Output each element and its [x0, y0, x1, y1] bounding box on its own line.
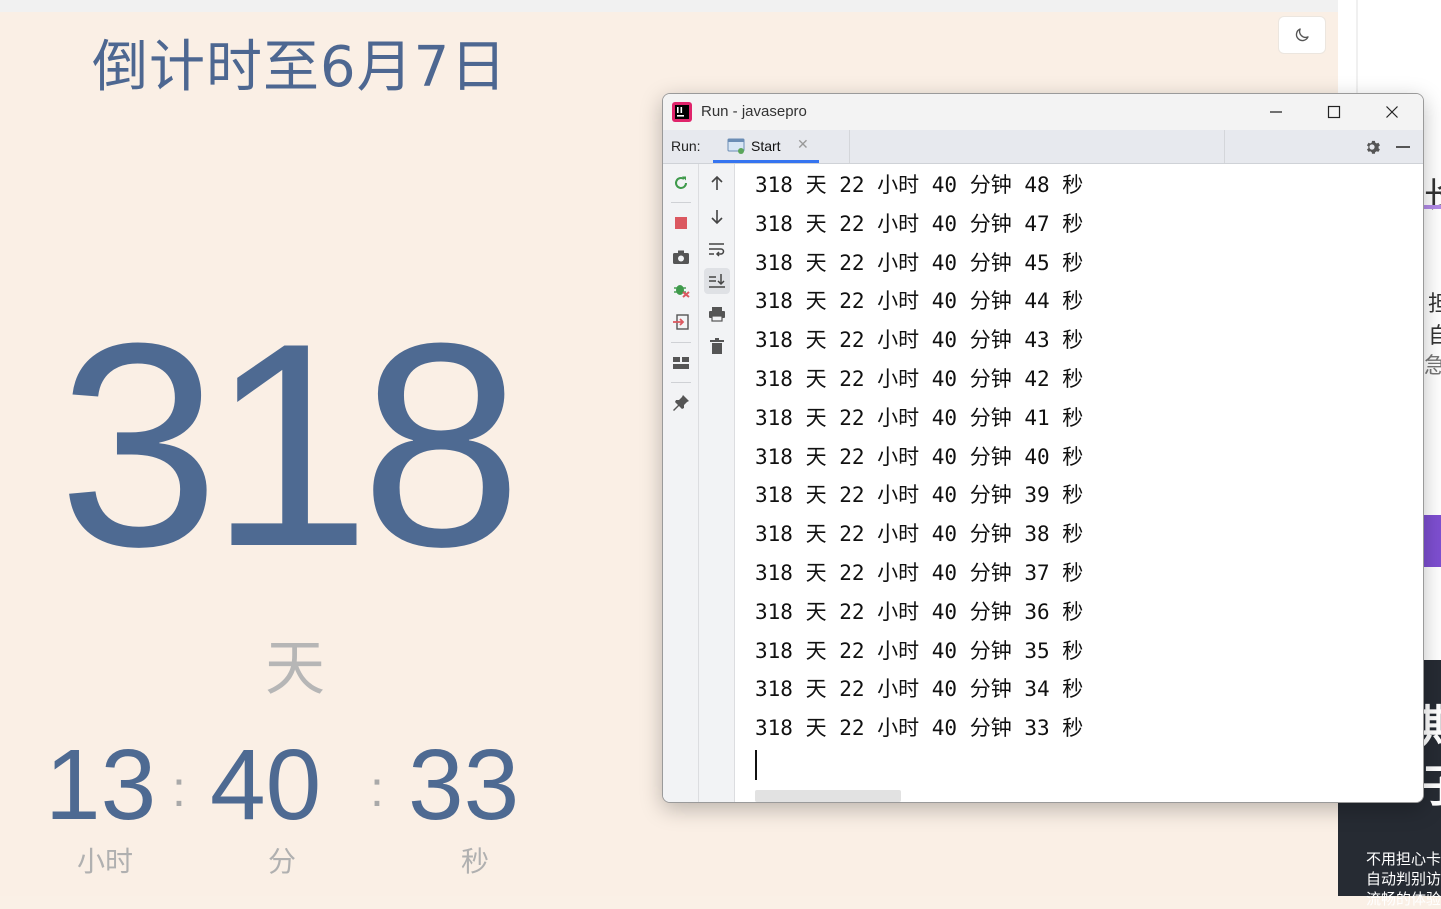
toolbar-divider	[671, 382, 691, 383]
console-line: 318 天 22 小时 40 分钟 33 秒	[755, 716, 1084, 741]
days-count: 318	[58, 283, 522, 607]
console-line: 318 天 22 小时 40 分钟 45 秒	[755, 250, 1084, 275]
soft-wrap-button[interactable]	[704, 236, 730, 262]
rerun-icon	[675, 176, 687, 189]
background-text: 急	[1424, 354, 1441, 379]
tab-start[interactable]: Start ✕	[713, 130, 819, 163]
console-line: 318 天 22 小时 40 分钟 47 秒	[755, 211, 1084, 236]
console-line: 318 天 22 小时 40 分钟 34 秒	[755, 677, 1084, 702]
console-line: 318 天 22 小时 40 分钟 44 秒	[755, 289, 1084, 314]
window-titlebar[interactable]: Run - javasepro	[663, 94, 1423, 130]
hours-value: 13	[45, 729, 157, 841]
console-line: 318 天 22 小时 40 分钟 43 秒	[755, 328, 1084, 353]
days-unit-label: 天	[265, 634, 325, 704]
scroll-to-end-button[interactable]	[704, 268, 730, 294]
exit-button[interactable]	[668, 309, 694, 335]
down-arrow-icon	[711, 210, 723, 225]
tab-divider	[849, 130, 850, 163]
hide-panel-icon[interactable]	[1396, 146, 1410, 148]
background-text: 担	[1428, 292, 1441, 317]
console-line: 318 天 22 小时 40 分钟 41 秒	[755, 405, 1084, 430]
window-title: Run - javasepro	[701, 103, 807, 120]
gear-icon[interactable]	[1363, 138, 1381, 156]
background-text: 自动判别访	[1366, 870, 1441, 888]
browser-top-strip	[0, 0, 1338, 12]
seconds-value: 33	[408, 729, 520, 841]
stop-button[interactable]	[668, 210, 694, 236]
soft-wrap-icon	[709, 243, 725, 257]
console-output[interactable]: 318 天 22 小时 40 分钟 48 秒 318 天 22 小时 40 分钟 …	[735, 164, 1423, 802]
close-button[interactable]	[1363, 94, 1421, 130]
minutes-value: 40	[210, 729, 322, 841]
minimize-button[interactable]	[1247, 94, 1305, 130]
background-accent-line	[1424, 205, 1441, 209]
hours-label: 小时	[76, 845, 133, 878]
toolbar-divider	[671, 342, 691, 343]
clear-all-button[interactable]	[704, 333, 730, 359]
intellij-app-icon	[672, 102, 692, 122]
console-line: 318 天 22 小时 40 分钟 40 秒	[755, 444, 1084, 469]
down-button[interactable]	[704, 204, 730, 230]
seconds-label: 秒	[460, 845, 489, 878]
run-tabbar: Run: Start ✕	[663, 130, 1423, 164]
debug-button[interactable]	[668, 276, 694, 302]
page-title: 倒计时至6月7日	[92, 35, 508, 100]
tab-close-icon[interactable]: ✕	[797, 137, 809, 153]
maximize-icon	[1327, 105, 1341, 119]
exit-icon	[673, 314, 689, 330]
console-line: 318 天 22 小时 40 分钟 39 秒	[755, 483, 1084, 508]
background-purple-button[interactable]	[1424, 515, 1441, 567]
debug-icon	[674, 285, 690, 298]
text-cursor	[755, 750, 757, 780]
pin-icon	[673, 395, 689, 411]
scroll-to-end-icon	[709, 274, 725, 288]
tab-divider	[1224, 130, 1225, 163]
moon-icon	[1295, 28, 1309, 42]
background-text: 长	[1424, 168, 1441, 217]
background-text: 自	[1428, 324, 1441, 349]
minutes-label: 分	[267, 845, 296, 878]
background-text: 流畅的体验	[1366, 890, 1441, 908]
run-toolbar-left	[663, 164, 699, 802]
console-line: 318 天 22 小时 40 分钟 38 秒	[755, 522, 1084, 547]
up-button[interactable]	[704, 170, 730, 196]
trash-icon	[710, 337, 724, 354]
console-line: 318 天 22 小时 40 分钟 36 秒	[755, 599, 1084, 624]
layout-button[interactable]	[668, 350, 694, 376]
print-button[interactable]	[704, 301, 730, 327]
console-line: 318 天 22 小时 40 分钟 42 秒	[755, 367, 1084, 391]
layout-icon	[673, 357, 689, 369]
minimize-icon	[1270, 111, 1282, 113]
time-separator: :	[172, 761, 186, 817]
print-icon	[709, 307, 725, 322]
console-line: 318 天 22 小时 40 分钟 37 秒	[755, 561, 1084, 585]
background-text: 不用担心卡	[1366, 850, 1441, 868]
time-separator: :	[370, 761, 384, 817]
run-config-icon	[727, 138, 745, 154]
dump-threads-button[interactable]	[668, 244, 694, 270]
ide-run-window: Run - javasepro Run: Start ✕ 318 天 22 小时…	[662, 93, 1424, 803]
console-line: 318 天 22 小时 40 分钟 35 秒	[755, 638, 1084, 663]
stop-icon	[675, 217, 687, 229]
close-icon	[1386, 106, 1398, 118]
theme-toggle-button[interactable]	[1278, 16, 1326, 54]
horizontal-scrollbar[interactable]	[755, 790, 901, 802]
run-toolbar-right	[699, 164, 735, 802]
toolbar-divider	[671, 202, 691, 203]
run-label: Run:	[671, 138, 701, 154]
up-arrow-icon	[711, 175, 723, 190]
tab-label: Start	[751, 138, 781, 154]
camera-icon	[673, 250, 689, 264]
rerun-button[interactable]	[668, 170, 694, 196]
maximize-button[interactable]	[1305, 94, 1363, 130]
pin-button[interactable]	[668, 390, 694, 416]
console-line: 318 天 22 小时 40 分钟 48 秒	[755, 173, 1084, 197]
